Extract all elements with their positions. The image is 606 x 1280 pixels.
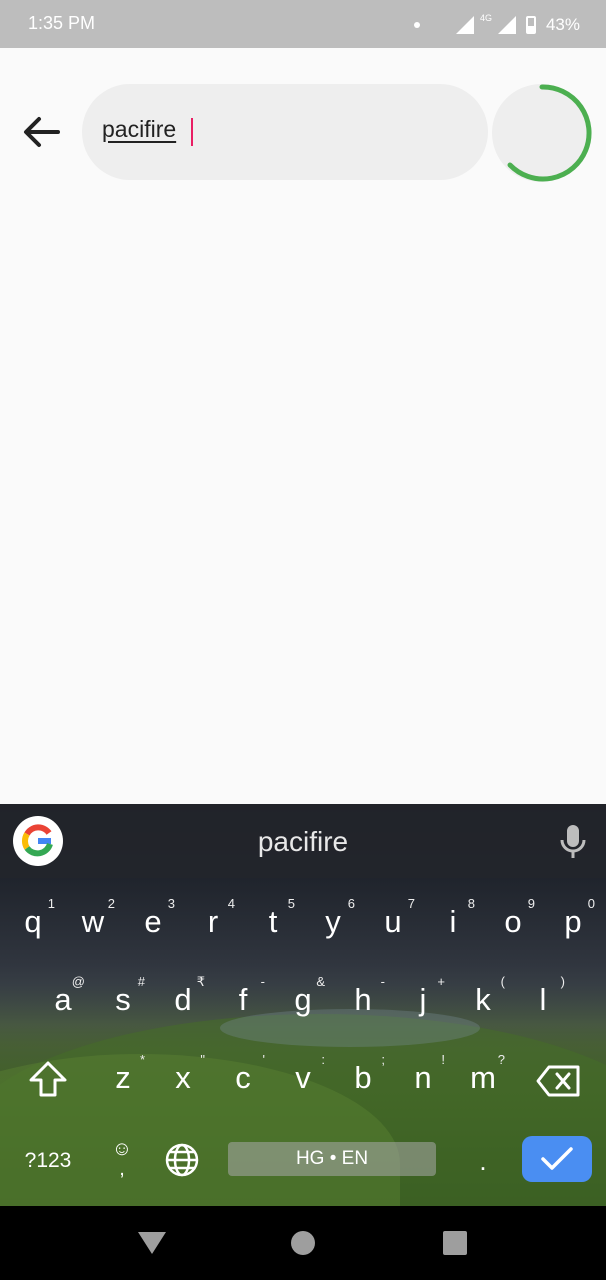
key-c[interactable]: c ' xyxy=(213,1042,273,1112)
enter-key[interactable] xyxy=(522,1136,592,1182)
key-u[interactable]: u7 xyxy=(363,886,423,956)
signal-icon-2 xyxy=(497,16,516,34)
key-z[interactable]: z * xyxy=(93,1042,153,1112)
battery-icon xyxy=(525,16,536,34)
notification-dot-icon xyxy=(413,22,420,28)
signal-icon xyxy=(455,16,474,34)
key-g[interactable]: g & xyxy=(273,964,333,1034)
key-n[interactable]: n! xyxy=(393,1042,453,1112)
period-key[interactable]: . xyxy=(466,1144,500,1178)
key-d[interactable]: d ₹ xyxy=(153,964,213,1034)
nav-home-icon[interactable] xyxy=(290,1230,316,1256)
key-a[interactable]: a @ xyxy=(33,964,93,1034)
checkmark-icon xyxy=(541,1147,573,1170)
microphone-icon[interactable] xyxy=(558,824,588,860)
search-query: pacifire xyxy=(102,116,177,142)
symbols-key[interactable]: ?123 xyxy=(14,1144,82,1178)
globe-icon xyxy=(165,1143,199,1177)
backspace-icon xyxy=(536,1065,580,1097)
emoji-key[interactable]: ☺ , xyxy=(100,1134,144,1184)
key-v[interactable]: v: xyxy=(273,1042,333,1112)
key-f[interactable]: f- xyxy=(213,964,273,1034)
suggestion-bar: pacifire xyxy=(0,804,606,878)
key-m[interactable]: m? xyxy=(453,1042,513,1112)
backspace-key[interactable] xyxy=(528,1056,588,1106)
key-x[interactable]: x " xyxy=(153,1042,213,1112)
key-l[interactable]: l) xyxy=(513,964,573,1034)
key-i[interactable]: i8 xyxy=(423,886,483,956)
shift-key[interactable] xyxy=(18,1054,78,1104)
arrow-back-icon xyxy=(24,117,60,147)
key-q[interactable]: q1 xyxy=(3,886,63,956)
key-j[interactable]: j + xyxy=(393,964,453,1034)
status-bar: 1:35 PM 4G 43% xyxy=(0,0,606,48)
key-h[interactable]: h- xyxy=(333,964,393,1034)
loading-button[interactable] xyxy=(492,84,596,182)
language-key[interactable] xyxy=(160,1140,204,1180)
key-b[interactable]: b; xyxy=(333,1042,393,1112)
key-t[interactable]: t5 xyxy=(243,886,303,956)
back-button[interactable] xyxy=(20,112,62,152)
battery-percent: 43% xyxy=(545,15,580,34)
shift-arrow-icon xyxy=(29,1061,67,1097)
key-w[interactable]: w2 xyxy=(63,886,123,956)
key-o[interactable]: o9 xyxy=(483,886,543,956)
space-key[interactable]: HG • EN xyxy=(228,1142,436,1176)
key-k[interactable]: k( xyxy=(453,964,513,1034)
key-e[interactable]: e3 xyxy=(123,886,183,956)
emoji-icon: ☺ xyxy=(111,1138,133,1160)
suggestion-word[interactable]: pacifire xyxy=(0,826,606,858)
loading-spinner-icon xyxy=(507,84,592,182)
nav-back-icon[interactable] xyxy=(138,1230,166,1256)
navigation-bar xyxy=(0,1206,606,1280)
status-icons: 4G 43% xyxy=(413,13,580,37)
nav-recent-apps-icon[interactable] xyxy=(442,1230,468,1256)
key-r[interactable]: r4 xyxy=(183,886,243,956)
key-p[interactable]: p0 xyxy=(543,886,603,956)
key-y[interactable]: y6 xyxy=(303,886,363,956)
network-type: 4G xyxy=(479,13,492,23)
key-s[interactable]: s # xyxy=(93,964,153,1034)
search-input[interactable]: pacifire xyxy=(82,84,488,180)
keyboard: pacifire q1 w2 e3 r4 t5 y6 u7 i8 o9 p0 a… xyxy=(0,804,606,1206)
text-caret xyxy=(191,118,193,146)
status-time: 1:35 PM xyxy=(28,13,96,33)
comma-label: , xyxy=(119,1158,125,1180)
